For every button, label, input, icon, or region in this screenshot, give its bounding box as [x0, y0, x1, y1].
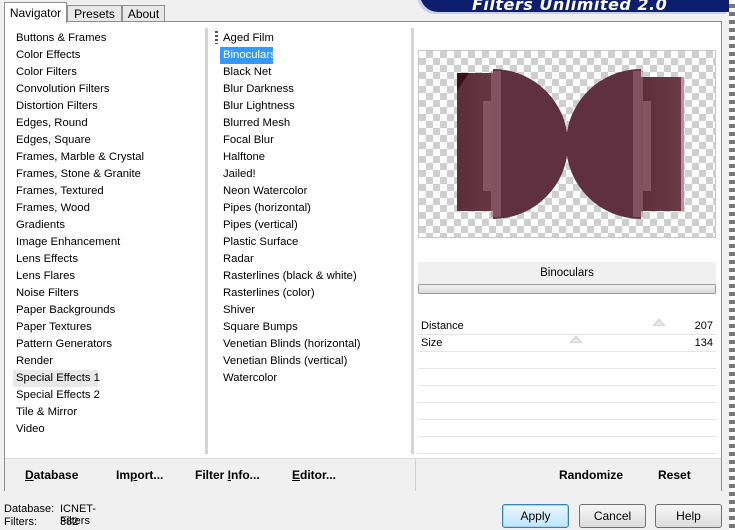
param-empty-row	[418, 420, 716, 437]
filter-item[interactable]: Aged Film	[220, 30, 361, 47]
category-item[interactable]: Special Effects 2	[13, 387, 144, 404]
help-button[interactable]: Help	[655, 504, 722, 528]
cancel-button[interactable]: Cancel	[579, 504, 646, 528]
param-empty-row	[418, 437, 716, 454]
list-divider	[205, 28, 208, 454]
filter-item[interactable]: Rasterlines (black & white)	[220, 268, 361, 285]
database-button[interactable]: Database	[25, 468, 78, 482]
filter-item[interactable]: Square Bumps	[220, 319, 361, 336]
category-item[interactable]: Buttons & Frames	[13, 30, 144, 47]
filter-item[interactable]: Venetian Blinds (vertical)	[220, 353, 361, 370]
category-item[interactable]: Video	[13, 421, 144, 438]
navigator-panel: Buttons & Frames Color Effects Color Filte…	[4, 21, 722, 491]
filter-item[interactable]: Neon Watercolor	[220, 183, 361, 200]
reset-button[interactable]: Reset	[658, 468, 691, 482]
param-empty-row	[418, 403, 716, 420]
progress-bar	[418, 284, 716, 294]
filter-item[interactable]: Focal Blur	[220, 132, 361, 149]
filter-name-header: Binoculars	[418, 262, 716, 284]
panel-toolbar: Database Import... Filter Info... Editor…	[5, 458, 721, 491]
category-item[interactable]: Paper Backgrounds	[13, 302, 144, 319]
filter-item[interactable]: Shiver	[220, 302, 361, 319]
category-item[interactable]: Frames, Marble & Crystal	[13, 149, 144, 166]
filter-item[interactable]: Jailed!	[220, 166, 361, 183]
filter-item[interactable]: Black Net	[220, 64, 361, 81]
randomize-button[interactable]: Randomize	[559, 468, 623, 482]
param-empty-row	[418, 386, 716, 403]
editor-button[interactable]: Editor...	[292, 468, 336, 482]
filter-item[interactable]: Watercolor	[220, 370, 361, 387]
category-item[interactable]: Frames, Wood	[13, 200, 144, 217]
tab-presets[interactable]: Presets	[67, 5, 122, 22]
tab-label: About	[127, 7, 160, 21]
category-item[interactable]: Edges, Round	[13, 115, 144, 132]
filter-item[interactable]: Venetian Blinds (horizontal)	[220, 336, 361, 353]
filter-list[interactable]: Aged Film Binoculars Black Net Blur Darknes…	[220, 30, 361, 387]
filter-item[interactable]: Pipes (horizontal)	[220, 200, 361, 217]
param-value: 207	[694, 320, 713, 332]
tab-label: Navigator	[9, 6, 62, 20]
tab-label: Presets	[74, 7, 115, 21]
param-empty-row	[418, 369, 716, 386]
filter-item[interactable]: Radar	[220, 251, 361, 268]
category-item[interactable]: Lens Flares	[13, 268, 144, 285]
category-item[interactable]: Distortion Filters	[13, 98, 144, 115]
filter-item[interactable]: Blur Darkness	[220, 81, 361, 98]
status-label: Filters:	[4, 516, 37, 528]
category-item[interactable]: Color Filters	[13, 64, 144, 81]
category-item[interactable]: Tile & Mirror	[13, 404, 144, 421]
category-list[interactable]: Buttons & Frames Color Effects Color Filte…	[13, 30, 144, 438]
category-item[interactable]: Image Enhancement	[13, 234, 144, 251]
category-item[interactable]: Render	[13, 353, 144, 370]
apply-button[interactable]: Apply	[502, 504, 569, 528]
slider-thumb-icon[interactable]	[653, 318, 665, 326]
param-size[interactable]: Size 134	[418, 335, 716, 352]
status-database: Database: ICNET-Filters	[4, 503, 96, 527]
status-label: Database:	[4, 503, 55, 515]
param-distance[interactable]: Distance 207	[418, 318, 716, 335]
slider-thumb-icon[interactable]	[570, 335, 582, 343]
tab-about[interactable]: About	[122, 5, 165, 22]
param-label: Distance	[421, 320, 464, 332]
category-item[interactable]: Gradients	[13, 217, 144, 234]
filter-item[interactable]: Blur Lightness	[220, 98, 361, 115]
binoculars-preview-image	[457, 69, 684, 219]
category-item[interactable]: Special Effects 1	[13, 370, 100, 387]
category-item[interactable]: Pattern Generators	[13, 336, 144, 353]
import-button[interactable]: Import...	[116, 468, 163, 482]
filter-info-button[interactable]: Filter Info...	[195, 468, 260, 482]
filter-item[interactable]: Halftone	[220, 149, 361, 166]
category-item[interactable]: Frames, Textured	[13, 183, 144, 200]
toolbar-divider	[415, 459, 416, 491]
category-item[interactable]: Convolution Filters	[13, 81, 144, 98]
tab-navigator[interactable]: Navigator	[4, 2, 67, 23]
status-filters: Filters: 382	[4, 516, 78, 528]
banner-title: Filters Unlimited 2.0	[472, 0, 668, 14]
filter-item[interactable]: Blurred Mesh	[220, 115, 361, 132]
filter-item[interactable]: Pipes (vertical)	[220, 217, 361, 234]
window-edge	[729, 0, 735, 530]
filter-item[interactable]: Rasterlines (color)	[220, 285, 361, 302]
title-banner: Filters Unlimited 2.0	[420, 0, 729, 14]
category-item[interactable]: Paper Textures	[13, 319, 144, 336]
category-item[interactable]: Noise Filters	[13, 285, 144, 302]
status-value: 382	[60, 516, 79, 528]
category-item[interactable]: Lens Effects	[13, 251, 144, 268]
param-empty-row	[418, 352, 716, 369]
category-item[interactable]: Color Effects	[13, 47, 144, 64]
param-label: Size	[421, 337, 443, 349]
filter-item[interactable]: Binoculars	[220, 47, 276, 64]
grip-icon	[215, 31, 218, 44]
category-item[interactable]: Edges, Square	[13, 132, 144, 149]
filter-item[interactable]: Plastic Surface	[220, 234, 361, 251]
category-item[interactable]: Frames, Stone & Granite	[13, 166, 144, 183]
list-divider	[411, 28, 414, 454]
param-value: 134	[694, 337, 713, 349]
preview-area	[418, 50, 716, 238]
